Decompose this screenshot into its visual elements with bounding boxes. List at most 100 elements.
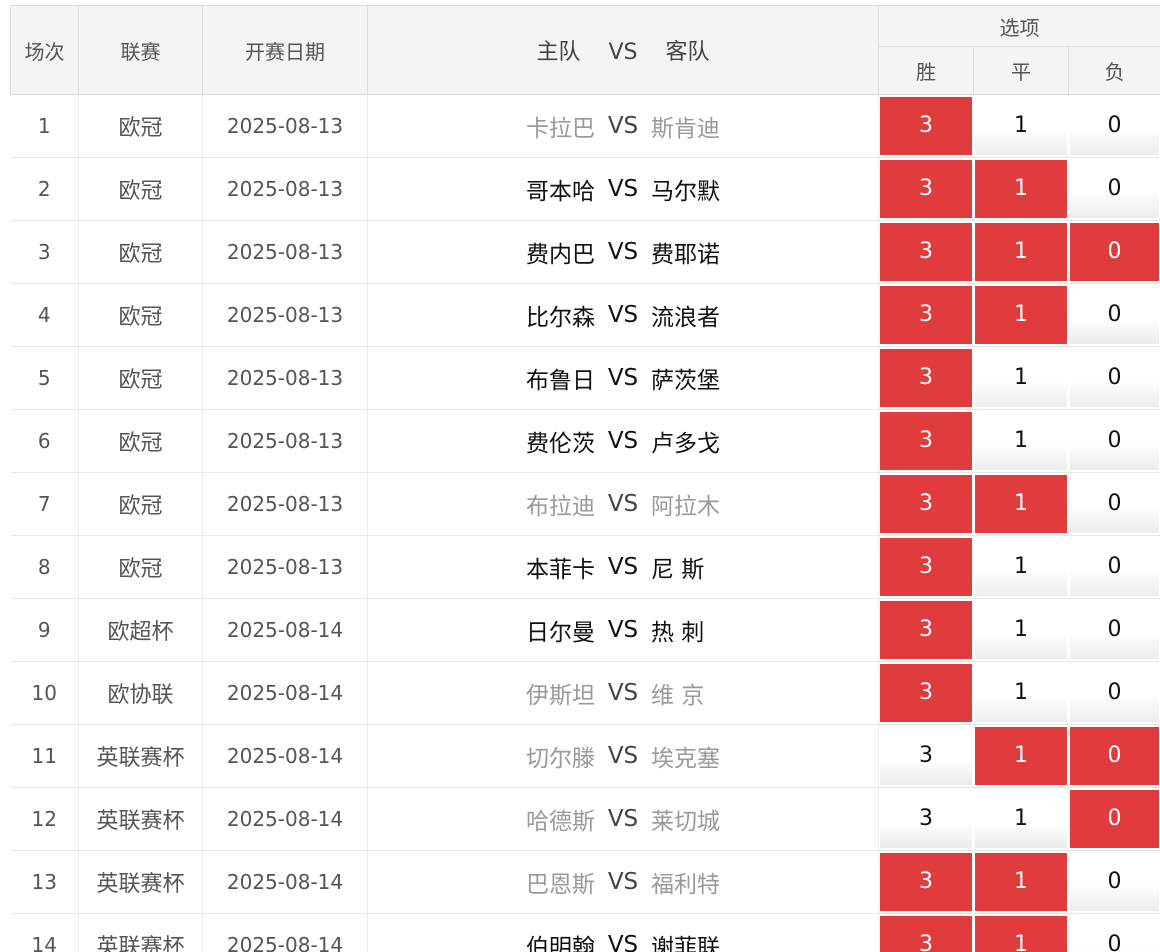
option-lose-cell: 0	[1068, 535, 1160, 599]
option-win-button[interactable]: 3	[880, 97, 972, 155]
option-win-button[interactable]: 3	[880, 475, 972, 533]
table-body: 1 欧冠 2025-08-13 卡拉巴 VS 斯肯迪 3 1 0 2 欧冠 20…	[10, 94, 1160, 952]
option-draw-button[interactable]: 1	[975, 916, 1067, 952]
option-lose-button[interactable]: 0	[1070, 664, 1160, 722]
league-name: 欧协联	[78, 661, 203, 725]
option-draw-cell: 1	[973, 913, 1069, 952]
option-draw-button[interactable]: 1	[975, 286, 1067, 344]
option-win-button[interactable]: 3	[880, 160, 972, 218]
table-row: 13 英联赛杯 2025-08-14 巴恩斯 VS 福利特 3 1 0	[10, 850, 1160, 914]
match-date: 2025-08-14	[202, 850, 368, 914]
league-name: 英联赛杯	[78, 850, 203, 914]
away-team: 斯肯迪	[651, 116, 720, 142]
match-teams: 费内巴 VS 费耶诺	[367, 220, 879, 284]
option-win-button[interactable]: 3	[880, 349, 972, 407]
option-draw-cell: 1	[973, 94, 1069, 158]
option-draw-button[interactable]: 1	[975, 538, 1067, 596]
match-number: 5	[10, 346, 79, 410]
option-lose-button[interactable]: 0	[1070, 853, 1160, 911]
option-lose-cell: 0	[1068, 157, 1160, 221]
option-draw-cell: 1	[973, 157, 1069, 221]
option-draw-button[interactable]: 1	[975, 223, 1067, 281]
match-teams: 比尔森 VS 流浪者	[367, 283, 879, 347]
header-vs: VS	[608, 40, 638, 65]
home-team: 本菲卡	[526, 557, 595, 583]
table-row: 12 英联赛杯 2025-08-14 哈德斯 VS 莱切城 3 1 0	[10, 787, 1160, 851]
match-number: 9	[10, 598, 79, 662]
match-number: 1	[10, 94, 79, 158]
home-team: 切尔滕	[526, 746, 595, 772]
league-name: 欧冠	[78, 220, 203, 284]
option-win-button[interactable]: 3	[880, 223, 972, 281]
match-teams: 卡拉巴 VS 斯肯迪	[367, 94, 879, 158]
option-lose-button[interactable]: 0	[1070, 223, 1160, 281]
match-teams: 日尔曼 VS 热 刺	[367, 598, 879, 662]
option-lose-button[interactable]: 0	[1070, 790, 1160, 848]
vs-label: VS	[607, 491, 639, 517]
option-win-button[interactable]: 3	[880, 916, 972, 952]
option-win-button[interactable]: 3	[880, 601, 972, 659]
table-row: 10 欧协联 2025-08-14 伊斯坦 VS 维 京 3 1 0	[10, 661, 1160, 725]
vs-label: VS	[607, 302, 639, 328]
match-number: 14	[10, 913, 79, 952]
league-name: 欧冠	[78, 157, 203, 221]
match-date: 2025-08-14	[202, 661, 368, 725]
option-win-button[interactable]: 3	[880, 790, 972, 848]
option-draw-button[interactable]: 1	[975, 349, 1067, 407]
option-win-button[interactable]: 3	[880, 538, 972, 596]
table-row: 1 欧冠 2025-08-13 卡拉巴 VS 斯肯迪 3 1 0	[10, 94, 1160, 158]
option-win-button[interactable]: 3	[880, 853, 972, 911]
vs-label: VS	[607, 743, 639, 769]
option-lose-button[interactable]: 0	[1070, 97, 1160, 155]
option-lose-button[interactable]: 0	[1070, 538, 1160, 596]
vs-label: VS	[607, 806, 639, 832]
option-draw-button[interactable]: 1	[975, 160, 1067, 218]
header-match-no: 场次	[10, 5, 79, 95]
league-name: 英联赛杯	[78, 913, 203, 952]
header-date: 开赛日期	[202, 5, 368, 95]
option-win-button[interactable]: 3	[880, 664, 972, 722]
option-lose-cell: 0	[1068, 409, 1160, 473]
option-win-button[interactable]: 3	[880, 727, 972, 785]
vs-label: VS	[607, 554, 639, 580]
option-win-button[interactable]: 3	[880, 412, 972, 470]
vs-label: VS	[607, 239, 639, 265]
option-win-button[interactable]: 3	[880, 286, 972, 344]
option-lose-button[interactable]: 0	[1070, 916, 1160, 952]
vs-label: VS	[607, 365, 639, 391]
match-teams: 布鲁日 VS 萨茨堡	[367, 346, 879, 410]
option-lose-button[interactable]: 0	[1070, 727, 1160, 785]
option-draw-cell: 1	[973, 850, 1069, 914]
table-row: 2 欧冠 2025-08-13 哥本哈 VS 马尔默 3 1 0	[10, 157, 1160, 221]
away-team: 福利特	[651, 872, 720, 898]
option-draw-button[interactable]: 1	[975, 475, 1067, 533]
option-lose-button[interactable]: 0	[1070, 475, 1160, 533]
match-teams: 本菲卡 VS 尼 斯	[367, 535, 879, 599]
match-number: 3	[10, 220, 79, 284]
option-win-cell: 3	[878, 220, 974, 284]
header-league: 联赛	[78, 5, 203, 95]
option-draw-button[interactable]: 1	[975, 412, 1067, 470]
home-team: 日尔曼	[526, 620, 595, 646]
option-lose-button[interactable]: 0	[1070, 349, 1160, 407]
match-date: 2025-08-13	[202, 409, 368, 473]
match-number: 8	[10, 535, 79, 599]
option-lose-button[interactable]: 0	[1070, 601, 1160, 659]
league-name: 欧冠	[78, 535, 203, 599]
option-draw-button[interactable]: 1	[975, 664, 1067, 722]
option-draw-button[interactable]: 1	[975, 97, 1067, 155]
lottery-match-table-container: 场次 联赛 开赛日期 主队 VS 客队 选项 胜 平 负 1 欧冠 2025-0…	[10, 5, 1160, 952]
away-team: 埃克塞	[651, 746, 720, 772]
option-draw-button[interactable]: 1	[975, 727, 1067, 785]
option-draw-button[interactable]: 1	[975, 790, 1067, 848]
option-lose-button[interactable]: 0	[1070, 160, 1160, 218]
match-teams: 伯明翰 VS 谢菲联	[367, 913, 879, 952]
option-draw-button[interactable]: 1	[975, 601, 1067, 659]
option-lose-button[interactable]: 0	[1070, 286, 1160, 344]
home-team: 伊斯坦	[526, 683, 595, 709]
option-lose-button[interactable]: 0	[1070, 412, 1160, 470]
option-draw-button[interactable]: 1	[975, 853, 1067, 911]
match-number: 13	[10, 850, 79, 914]
option-win-cell: 3	[878, 409, 974, 473]
option-draw-cell: 1	[973, 598, 1069, 662]
